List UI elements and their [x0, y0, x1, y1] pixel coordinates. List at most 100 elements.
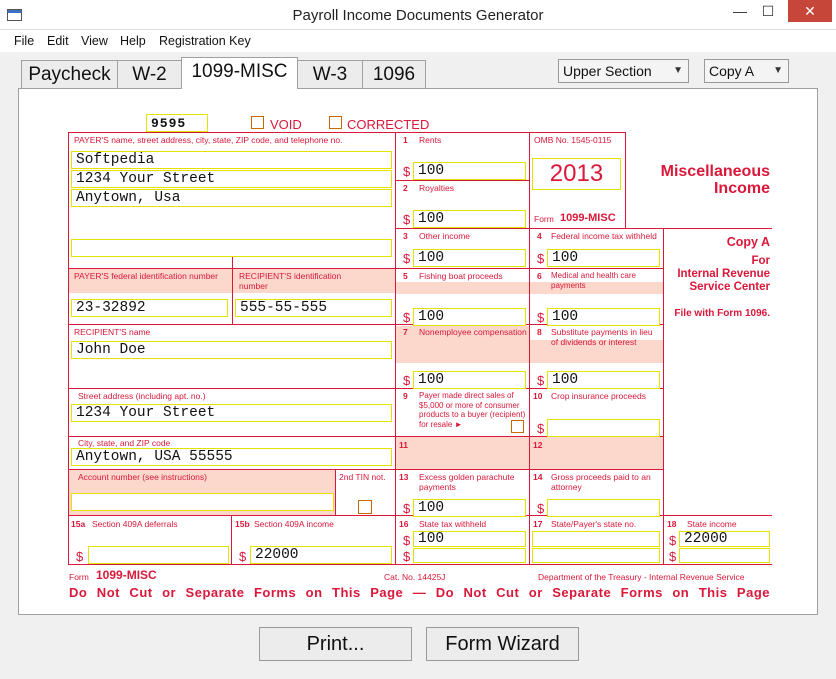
- misc-title-line2: Income: [713, 180, 770, 197]
- menu-help[interactable]: Help: [120, 34, 146, 48]
- account-input[interactable]: [71, 493, 334, 511]
- menu-file[interactable]: File: [14, 34, 34, 48]
- second-tin-checkbox[interactable]: [358, 500, 372, 514]
- section-409a-income-input[interactable]: 22000: [250, 546, 392, 564]
- recipient-id-input[interactable]: 555-55-555: [235, 299, 392, 317]
- copy-irs: Internal Revenue: [677, 268, 770, 280]
- misc-title-line1: Miscellaneous: [660, 163, 770, 180]
- print-button[interactable]: Print...: [259, 627, 412, 661]
- box4-label: Federal income tax withheld: [551, 231, 657, 241]
- state-income-input-1[interactable]: 22000: [679, 531, 770, 547]
- maximize-button[interactable]: ☐: [754, 0, 782, 22]
- box7-number: 7: [403, 327, 408, 337]
- box17-number: 17: [533, 519, 543, 529]
- year-field[interactable]: 2013: [532, 158, 621, 190]
- dollar-sign: $: [537, 310, 545, 325]
- corrected-label: CORRECTED: [347, 117, 430, 132]
- payer-id-input[interactable]: 23-32892: [71, 299, 228, 317]
- copy-select[interactable]: Copy A ▼: [704, 59, 789, 83]
- box10-label: Crop insurance proceeds: [551, 391, 646, 401]
- recipient-id-label: RECIPIENT'S identification number: [239, 271, 342, 291]
- dollar-sign: $: [537, 251, 545, 266]
- fishing-input[interactable]: 100: [413, 308, 526, 326]
- payer-name-input[interactable]: Softpedia: [71, 151, 392, 169]
- box15b-number: 15b: [235, 519, 250, 529]
- corrected-checkbox[interactable]: [329, 116, 342, 129]
- payer-street-input[interactable]: 1234 Your Street: [71, 170, 392, 188]
- tab-paycheck[interactable]: Paycheck: [21, 60, 118, 89]
- dollar-sign: $: [403, 533, 411, 548]
- copy-for: For: [751, 255, 770, 267]
- recipient-street-input[interactable]: 1234 Your Street: [71, 404, 392, 422]
- second-tin-label: 2nd TIN not.: [339, 472, 386, 482]
- nonemployee-input[interactable]: 100: [413, 371, 526, 389]
- box10-number: 10: [533, 391, 543, 401]
- form-code: 9595: [146, 114, 208, 132]
- state-number-input-1[interactable]: [532, 531, 660, 547]
- state-tax-input-1[interactable]: 100: [413, 531, 526, 547]
- section-409a-deferrals-input[interactable]: [88, 546, 229, 564]
- royalties-input[interactable]: 100: [413, 210, 526, 228]
- dollar-sign: $: [403, 501, 411, 516]
- void-checkbox[interactable]: [251, 116, 264, 129]
- gross-proceeds-input[interactable]: [547, 499, 660, 517]
- medical-input[interactable]: 100: [547, 308, 660, 326]
- fed-tax-input[interactable]: 100: [547, 249, 660, 267]
- recipient-city-input[interactable]: Anytown, USA 55555: [71, 448, 392, 466]
- void-label: VOID: [270, 117, 302, 132]
- box15b-label: Section 409A income: [254, 519, 334, 529]
- dollar-sign: $: [403, 310, 411, 325]
- substitute-input[interactable]: 100: [547, 371, 660, 389]
- minimize-button[interactable]: —: [726, 0, 754, 22]
- form-wizard-button[interactable]: Form Wizard: [426, 627, 579, 661]
- payer-city-input[interactable]: Anytown, Usa: [71, 189, 392, 207]
- section-select-value: Upper Section: [563, 63, 652, 79]
- box17-label: State/Payer's state no.: [551, 519, 637, 529]
- section-select[interactable]: Upper Section ▼: [558, 59, 689, 83]
- state-number-input-2[interactable]: [532, 548, 660, 563]
- payer-label: PAYER'S name, street address, city, stat…: [74, 135, 343, 145]
- box3-label: Other income: [419, 231, 471, 241]
- tab-w3[interactable]: W-3: [297, 60, 363, 89]
- tab-1099-misc[interactable]: 1099-MISC: [181, 57, 298, 89]
- dollar-sign: $: [403, 164, 411, 179]
- menu-registration-key[interactable]: Registration Key: [159, 34, 251, 48]
- copy-a-label: Copy A: [726, 235, 770, 249]
- shade-5: [396, 282, 529, 294]
- menu-view[interactable]: View: [81, 34, 108, 48]
- dollar-sign: $: [76, 549, 84, 564]
- recipient-name-input[interactable]: John Doe: [71, 341, 392, 359]
- direct-sales-checkbox[interactable]: [511, 420, 524, 433]
- state-income-input-2[interactable]: [679, 548, 770, 563]
- box5-label: Fishing boat proceeds: [419, 271, 503, 281]
- golden-parachute-input[interactable]: 100: [413, 499, 526, 517]
- box18-label: State income: [687, 519, 737, 529]
- window-title: Payroll Income Documents Generator: [292, 7, 544, 24]
- state-tax-input-2[interactable]: [413, 548, 526, 563]
- omb-number: OMB No. 1545-0115: [534, 135, 612, 145]
- box4-number: 4: [537, 231, 542, 241]
- other-income-input[interactable]: 100: [413, 249, 526, 267]
- crop-input[interactable]: [547, 419, 660, 437]
- dollar-sign: $: [669, 533, 677, 548]
- street-label: Street address (including apt. no.): [78, 391, 206, 401]
- menu-edit[interactable]: Edit: [47, 34, 69, 48]
- close-button[interactable]: ✕: [788, 0, 832, 22]
- box8-number: 8: [537, 327, 542, 337]
- box2-number: 2: [403, 183, 408, 193]
- copy-service-center: Service Center: [689, 281, 770, 293]
- menu-bar: File Edit View Help Registration Key: [0, 30, 836, 52]
- dollar-sign: $: [239, 549, 247, 564]
- box18-number: 18: [667, 519, 677, 529]
- box1-label: Rents: [419, 135, 442, 145]
- tab-w2[interactable]: W-2: [117, 60, 182, 89]
- tab-1096[interactable]: 1096: [362, 60, 426, 89]
- payer-phone-input[interactable]: [71, 239, 392, 257]
- rents-input[interactable]: 100: [413, 162, 526, 180]
- chevron-down-icon: ▼: [773, 65, 783, 76]
- copy-select-value: Copy A: [709, 63, 755, 79]
- box1-number: 1: [403, 135, 408, 145]
- box16-label: State tax withheld: [419, 519, 487, 529]
- box15a-number: 15a: [71, 519, 86, 529]
- box16-number: 16: [399, 519, 409, 529]
